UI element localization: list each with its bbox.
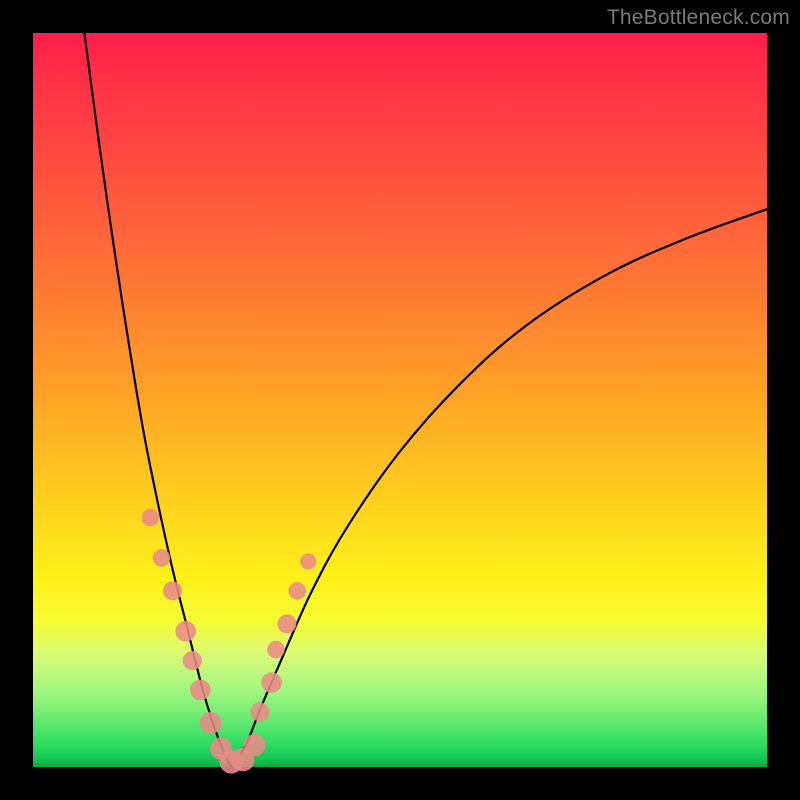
data-dot bbox=[277, 614, 296, 633]
data-dot bbox=[153, 549, 171, 567]
chart-frame: TheBottleneck.com bbox=[0, 0, 800, 800]
right-arm-curve bbox=[231, 209, 767, 767]
watermark-label: TheBottleneck.com bbox=[607, 6, 790, 30]
data-dot bbox=[142, 509, 160, 527]
data-dot bbox=[163, 581, 182, 600]
data-dot bbox=[250, 702, 269, 721]
data-dot bbox=[175, 621, 196, 642]
data-dot bbox=[261, 672, 282, 693]
data-dot bbox=[190, 680, 211, 701]
data-dot bbox=[300, 553, 316, 569]
data-dot bbox=[200, 712, 222, 734]
data-dot bbox=[267, 641, 285, 659]
curve-layer bbox=[33, 33, 767, 767]
data-dot bbox=[244, 734, 266, 756]
data-dot bbox=[183, 651, 202, 670]
data-dot bbox=[288, 582, 306, 600]
plot-area bbox=[33, 33, 767, 767]
left-arm-curve bbox=[84, 33, 231, 767]
